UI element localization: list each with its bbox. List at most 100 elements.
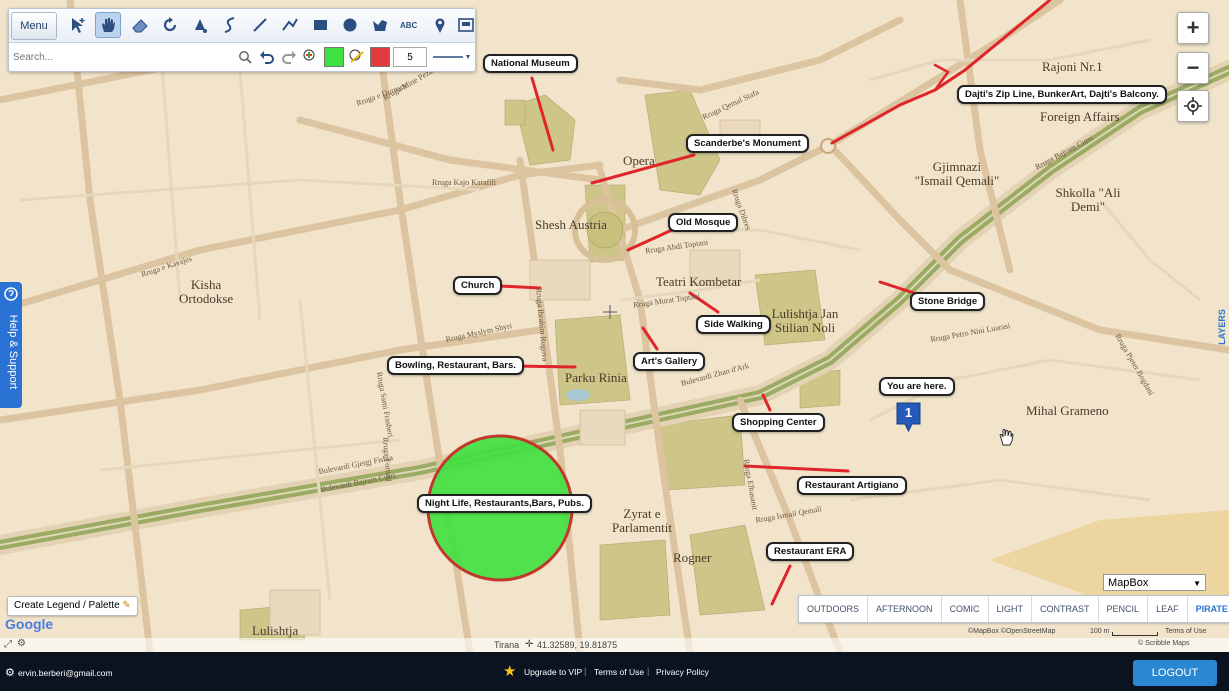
district-label: Shesh Austria	[535, 217, 607, 232]
park-area	[599, 539, 671, 621]
callout-arts-gallery[interactable]: Art's Gallery	[633, 352, 706, 371]
chevron-down-icon: ▼	[1193, 579, 1201, 588]
svg-text:ABC: ABC	[400, 21, 418, 30]
drawing-toolbar: Menu ABC 5	[8, 8, 476, 72]
map-provider-value: MapBox	[1108, 577, 1149, 589]
layers-label: LAYERS	[1217, 309, 1227, 345]
map-style-bar: OUTDOORS AFTERNOON COMIC LIGHT CONTRAST …	[798, 595, 1229, 623]
park-area	[504, 99, 526, 126]
zoom-out-button[interactable]: −	[1177, 52, 1209, 84]
fill-icon[interactable]	[187, 12, 213, 38]
callout-church[interactable]: Church	[453, 276, 503, 295]
park-area	[554, 314, 631, 406]
redo-icon[interactable]	[279, 47, 299, 67]
callout-restaurant-era[interactable]: Restaurant ERA	[766, 542, 855, 561]
district-label: Lulishtja Jan Stilian Noli	[771, 306, 839, 335]
google-logo: Google	[5, 616, 54, 632]
style-option[interactable]: LIGHT	[989, 596, 1033, 622]
line-style-select[interactable]	[433, 47, 471, 67]
undo-icon[interactable]	[257, 47, 277, 67]
callout-scanderbeg-monument[interactable]: Scanderbe's Monument	[686, 134, 809, 153]
rectangle-icon[interactable]	[307, 12, 333, 38]
map-provider-select[interactable]: MapBox ▼	[1103, 574, 1206, 591]
zoom-in-button[interactable]: +	[1177, 12, 1209, 44]
style-option[interactable]: OUTDOORS	[799, 596, 869, 622]
street-label: Rruga Kajo Karafili	[432, 178, 496, 187]
callout-dajti[interactable]: Dajti's Zip Line, BunkerArt, Dajti's Bal…	[957, 85, 1167, 104]
district-label: Shkolla "Ali Demi"	[1055, 185, 1121, 214]
line-color-swatch[interactable]	[370, 47, 390, 67]
district-label: Opera	[623, 153, 655, 168]
marker-icon[interactable]	[427, 12, 453, 38]
style-option[interactable]: COMIC	[942, 596, 989, 622]
logout-button[interactable]: LOGOUT	[1133, 660, 1217, 686]
district-label: Zyrat e Parlamentit	[612, 506, 672, 535]
rotate-icon[interactable]	[157, 12, 183, 38]
callout-national-museum[interactable]: National Museum	[483, 54, 578, 73]
map-marker-icon[interactable]: 1	[896, 402, 921, 433]
map-attribution[interactable]: ©MapBox ©OpenStreetMap	[968, 628, 1055, 635]
polyline-icon[interactable]	[277, 12, 303, 38]
route-era	[770, 564, 792, 606]
callout-shopping-center[interactable]: Shopping Center	[732, 413, 825, 432]
freehand-icon[interactable]	[217, 12, 243, 38]
terms-of-use-link[interactable]: Terms of Use	[594, 667, 644, 677]
user-email: ervin.berberi@gmail.com	[18, 668, 113, 678]
callout-you-are-here[interactable]: You are here.	[879, 377, 955, 396]
bottom-bar: ⚙ ervin.berberi@gmail.com ★ Upgrade to V…	[0, 652, 1229, 691]
search-input[interactable]	[11, 46, 259, 68]
star-icon: ★	[503, 663, 517, 680]
text-icon[interactable]: ABC	[397, 12, 423, 38]
locate-icon	[1184, 97, 1202, 115]
style-option[interactable]: LEAF	[1148, 596, 1188, 622]
layers-tab[interactable]: LAYERS	[1215, 300, 1229, 360]
locate-button[interactable]	[1177, 90, 1209, 122]
callout-side-walking[interactable]: Side Walking	[696, 315, 771, 334]
image-icon[interactable]	[453, 12, 479, 38]
settings-gear-icon[interactable]: ⚙	[17, 638, 26, 649]
eraser-icon[interactable]	[127, 12, 153, 38]
terms-link[interactable]: Terms of Use	[1165, 628, 1206, 635]
line-icon[interactable]	[247, 12, 273, 38]
pan-hand-icon[interactable]	[95, 12, 121, 38]
select-icon[interactable]	[65, 12, 91, 38]
district-label: Parku Rinia	[565, 370, 627, 385]
style-option[interactable]: AFTERNOON	[868, 596, 942, 622]
district-label: Kisha Ortodokse	[179, 277, 234, 306]
district-label: Teatri Kombetar	[656, 274, 742, 289]
line-width-value: 5	[407, 51, 413, 63]
style-option[interactable]: CONTRAST	[1032, 596, 1099, 622]
search-icon[interactable]	[237, 47, 253, 67]
polygon-icon[interactable]	[367, 12, 393, 38]
pencil-icon: ✎	[122, 600, 131, 611]
map-canvas[interactable]: Kisha Ortodokse Parku Rinia Shesh Austri…	[0, 0, 1229, 652]
callout-restaurant-artigiano[interactable]: Restaurant Artigiano	[797, 476, 907, 495]
help-support-tab[interactable]: Help & Support	[0, 282, 22, 408]
scribble-maps-brand: © Scribble Maps	[1138, 640, 1190, 647]
menu-button[interactable]: Menu	[11, 12, 57, 40]
style-option[interactable]: PENCIL	[1099, 596, 1149, 622]
callout-old-mosque[interactable]: Old Mosque	[668, 213, 739, 232]
upgrade-link[interactable]: Upgrade to VIP	[524, 667, 582, 677]
district-label: Rajoni Nr.1	[1042, 59, 1103, 74]
hand-cursor-icon	[998, 428, 1014, 451]
callout-nightlife[interactable]: Night Life, Restaurants,Bars, Pubs.	[417, 494, 592, 513]
fullscreen-icon[interactable]: ⤢	[4, 639, 12, 650]
line-width-stepper[interactable]: 5	[393, 47, 427, 67]
callout-bowling[interactable]: Bowling, Restaurant, Bars.	[387, 356, 524, 375]
circle-icon[interactable]	[337, 12, 363, 38]
crosshair-small-icon: ✛	[525, 639, 534, 650]
fill-color-swatch[interactable]	[324, 47, 344, 67]
district-label: Rogner	[673, 550, 712, 565]
fill-color-picker-icon[interactable]	[301, 47, 321, 67]
style-option-selected[interactable]: PIRATE	[1188, 596, 1229, 622]
callout-stone-bridge[interactable]: Stone Bridge	[910, 292, 986, 311]
privacy-policy-link[interactable]: Privacy Policy	[656, 667, 709, 677]
user-icon: ⚙	[5, 667, 15, 679]
legend-button-label: Create Legend / Palette	[14, 600, 120, 611]
scale-bar	[1112, 632, 1158, 636]
district-label: Mihal Grameno	[1026, 403, 1109, 418]
marker-number: 1	[904, 405, 913, 420]
create-legend-button[interactable]: Create Legend / Palette ✎	[7, 596, 138, 616]
line-color-picker-icon[interactable]	[347, 47, 367, 67]
